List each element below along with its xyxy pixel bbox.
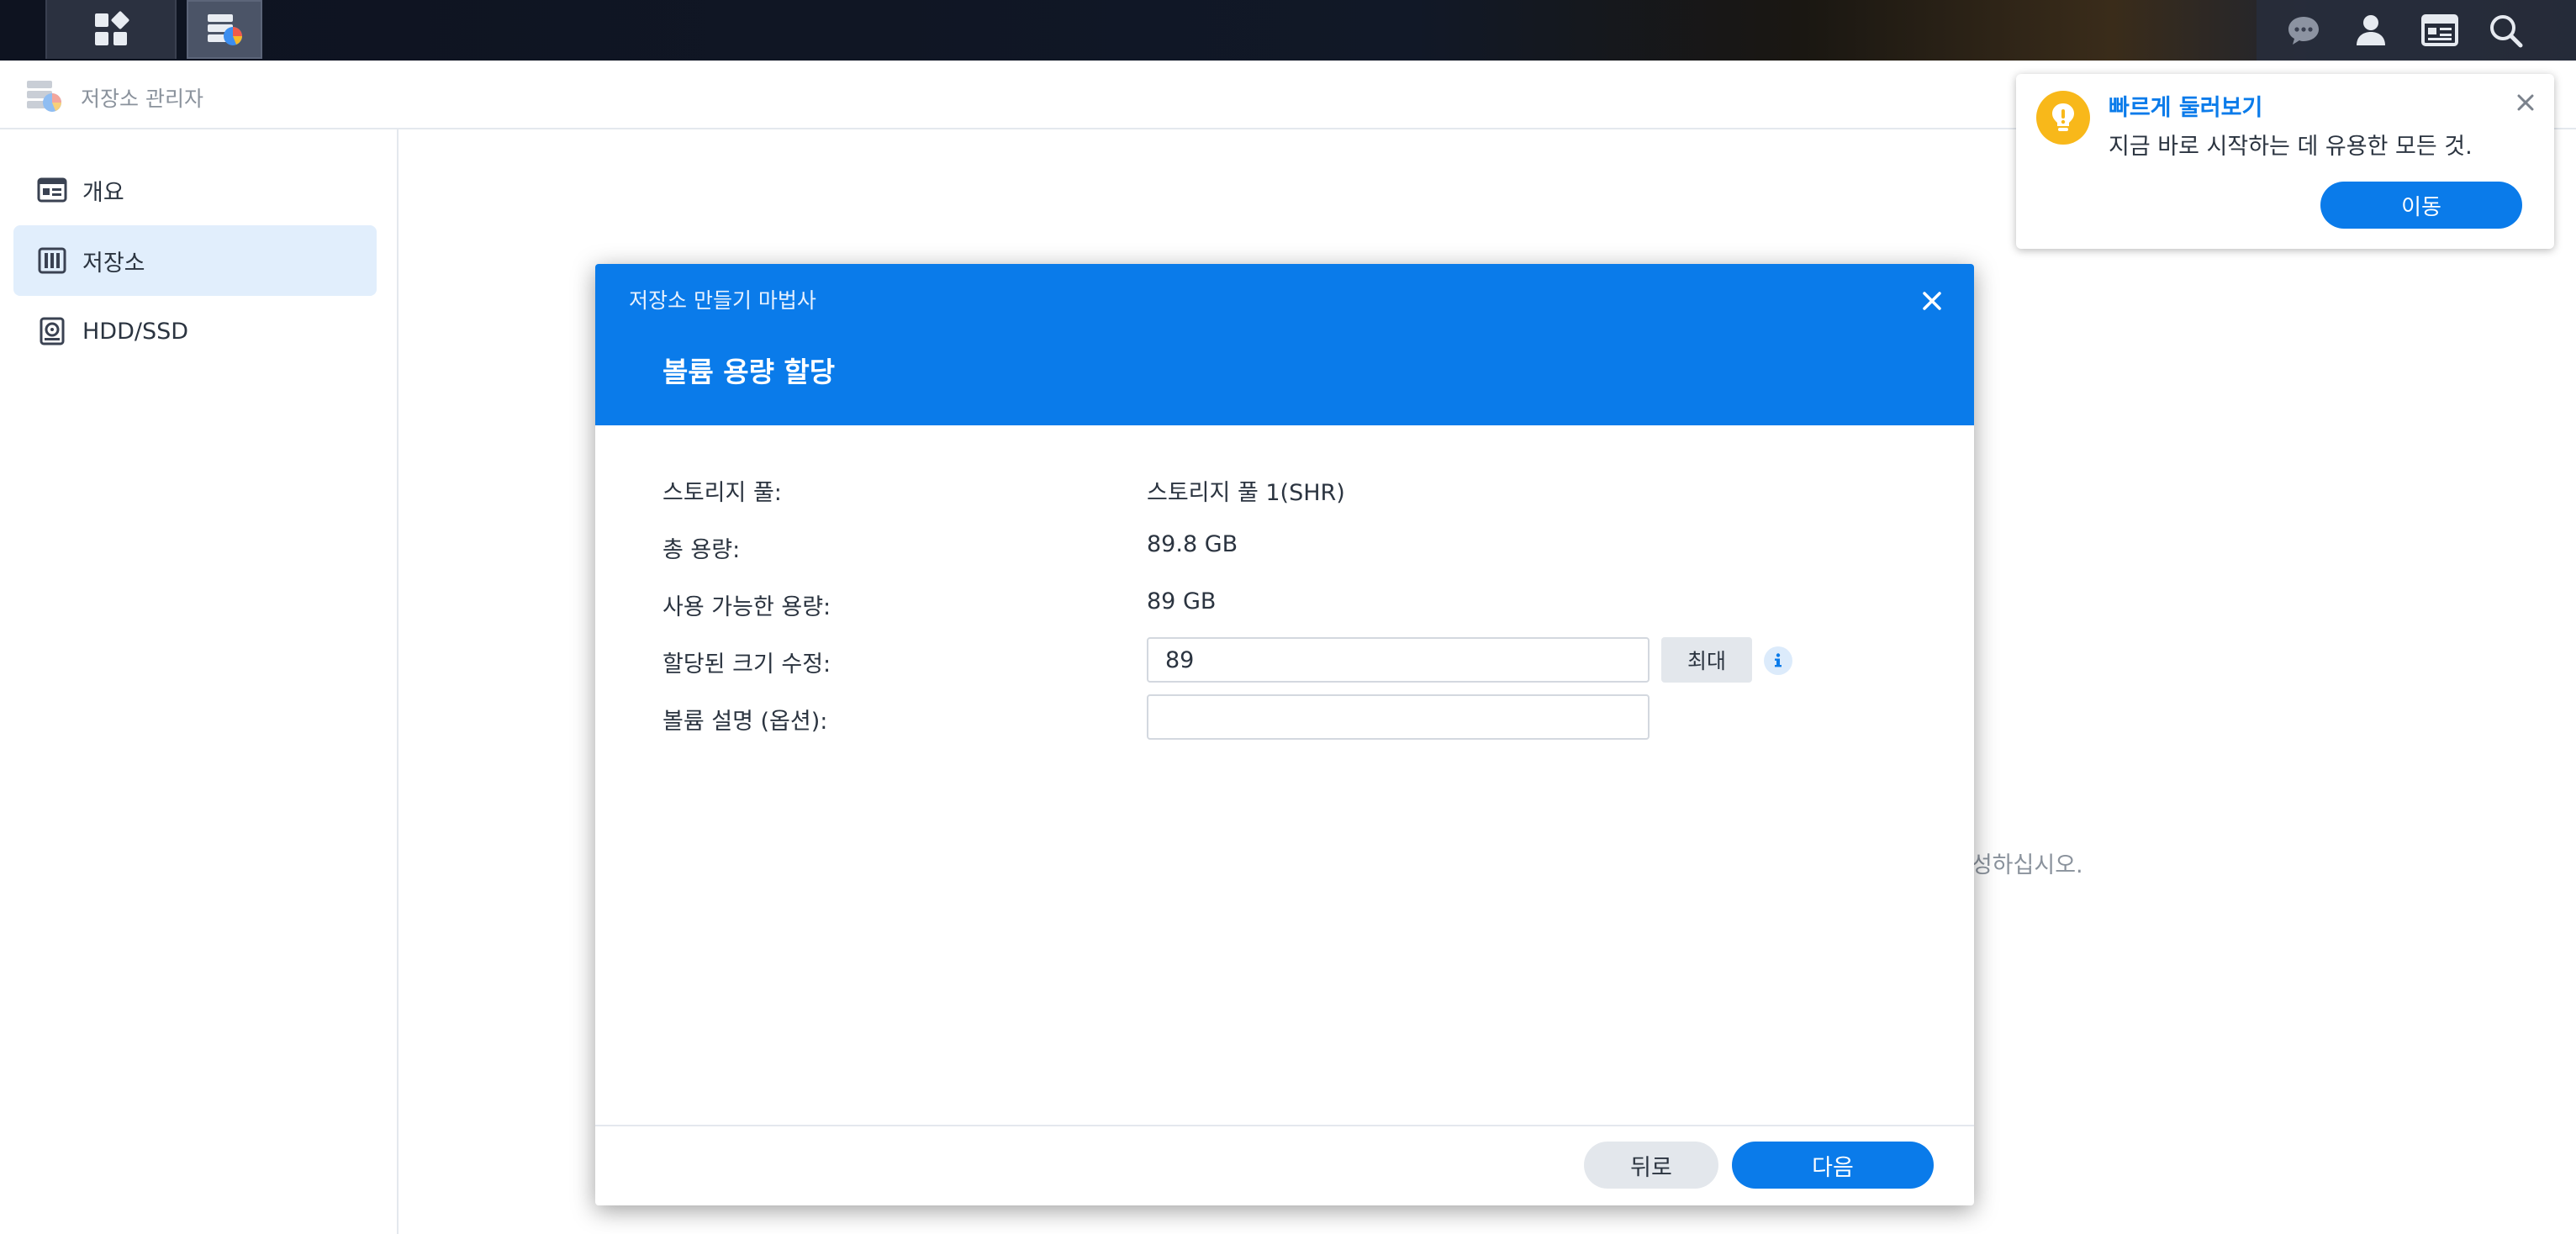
dialog-header: 저장소 만들기 마법사 볼륨 용량 할당 bbox=[595, 264, 1974, 425]
taskbar-storage-manager-button[interactable] bbox=[187, 0, 262, 59]
dialog-footer-divider bbox=[595, 1125, 1974, 1126]
info-icon[interactable] bbox=[1764, 646, 1792, 675]
volume-description-input[interactable] bbox=[1147, 694, 1650, 740]
quick-tour-go-button[interactable]: 이동 bbox=[2320, 182, 2522, 229]
search-icon bbox=[2490, 15, 2523, 48]
available-capacity-value: 89 GB bbox=[1147, 588, 1217, 614]
user-button[interactable] bbox=[2337, 0, 2404, 61]
grid-apps-icon bbox=[95, 11, 129, 45]
storage-manager-icon bbox=[208, 14, 242, 45]
chat-icon bbox=[2288, 17, 2319, 45]
close-icon[interactable] bbox=[2512, 89, 2539, 116]
close-icon[interactable] bbox=[1914, 282, 1950, 319]
dialog-step-title: 볼륨 용량 할당 bbox=[662, 356, 836, 388]
sidebar-item-storage[interactable]: 저장소 bbox=[13, 225, 377, 296]
total-capacity-value: 89.8 GB bbox=[1147, 531, 1238, 557]
app-title: 저장소 관리자 bbox=[81, 87, 203, 111]
next-button[interactable]: 다음 bbox=[1732, 1142, 1934, 1189]
storage-pool-value: 스토리지 풀 1(SHR) bbox=[1147, 480, 1345, 506]
taskbar bbox=[0, 0, 2576, 61]
allocated-size-label: 할당된 크기 수정: bbox=[662, 651, 831, 678]
sidebar: 개요 저장소 HDD/SSD bbox=[0, 129, 399, 1234]
main-menu-button[interactable] bbox=[45, 0, 177, 59]
chat-button[interactable] bbox=[2270, 0, 2337, 61]
total-capacity-label: 총 용량: bbox=[662, 537, 741, 563]
widget-icon bbox=[2421, 14, 2458, 46]
storage-pool-label: 스토리지 풀: bbox=[662, 480, 782, 506]
sidebar-item-overview[interactable]: 개요 bbox=[13, 155, 377, 225]
dialog-title: 저장소 만들기 마법사 bbox=[629, 288, 816, 313]
allocated-size-input[interactable] bbox=[1147, 637, 1650, 683]
sidebar-item-label: HDD/SSD bbox=[82, 318, 189, 345]
widget-button[interactable] bbox=[2406, 0, 2473, 61]
storage-icon bbox=[37, 245, 67, 276]
available-capacity-label: 사용 가능한 용량: bbox=[662, 594, 831, 620]
sidebar-item-hdd-ssd[interactable]: HDD/SSD bbox=[13, 296, 377, 367]
user-icon bbox=[2357, 15, 2385, 45]
max-size-button[interactable]: 최대 bbox=[1661, 637, 1752, 683]
hdd-icon bbox=[37, 316, 67, 346]
search-button[interactable] bbox=[2472, 0, 2539, 61]
sidebar-item-label: 개요 bbox=[82, 179, 124, 206]
lightbulb-icon bbox=[2036, 91, 2090, 145]
create-storage-wizard-dialog: 저장소 만들기 마법사 볼륨 용량 할당 스토리지 풀: 스토리지 풀 1(SH… bbox=[595, 264, 1974, 1205]
quick-tour-text: 지금 바로 시작하는 데 유용한 모든 것. bbox=[2109, 134, 2473, 160]
storage-manager-icon bbox=[27, 81, 61, 112]
overview-icon bbox=[37, 175, 67, 205]
quick-tour-popup: 빠르게 둘러보기 지금 바로 시작하는 데 유용한 모든 것. 이동 bbox=[2016, 74, 2554, 249]
sidebar-item-label: 저장소 bbox=[82, 250, 145, 277]
volume-description-label: 볼륨 설명 (옵션): bbox=[662, 709, 828, 735]
quick-tour-title: 빠르게 둘러보기 bbox=[2109, 95, 2263, 121]
back-button[interactable]: 뒤로 bbox=[1584, 1142, 1718, 1189]
